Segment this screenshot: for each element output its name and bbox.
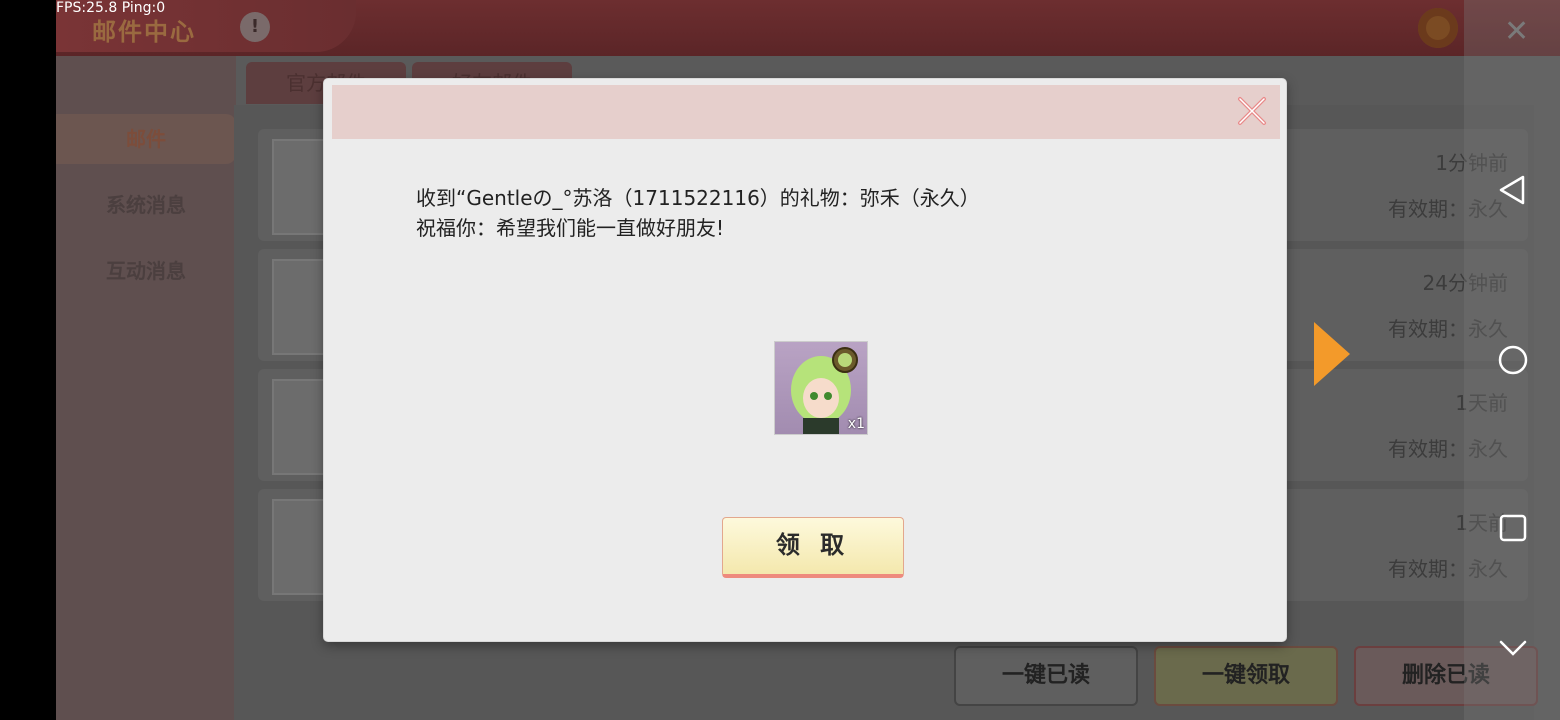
gear-icon[interactable] — [1418, 8, 1458, 48]
next-arrow-icon[interactable] — [1314, 322, 1350, 386]
gift-message: 收到“Gentleの_°苏洛（1711522116）的礼物：弥禾（永久） 祝福你… — [416, 183, 980, 243]
gift-dialog: 收到“Gentleの_°苏洛（1711522116）的礼物：弥禾（永久） 祝福你… — [324, 79, 1286, 641]
recents-icon[interactable] — [1497, 512, 1529, 544]
gift-message-line: 祝福你：希望我们能一直做好朋友! — [416, 216, 725, 240]
gift-quantity: x1 — [847, 416, 865, 432]
top-bar: 邮件中心 ! ✕ — [56, 0, 1560, 56]
sidebar-item-interaction[interactable]: 互动消息 — [56, 246, 236, 296]
chevron-down-icon[interactable] — [1497, 636, 1529, 660]
sidebar-item-label: 邮件 — [126, 127, 166, 151]
claim-all-button[interactable]: 一键领取 — [1154, 646, 1338, 706]
sidebar-item-system[interactable]: 系统消息 — [56, 180, 236, 230]
info-icon[interactable]: ! — [240, 12, 270, 42]
claim-button[interactable]: 领 取 — [722, 517, 904, 578]
sidebar: 邮件 系统消息 互动消息 — [56, 56, 236, 720]
page-title: 邮件中心 — [92, 18, 196, 46]
ping-readout: Ping:0 — [121, 0, 166, 16]
gift-item-icon[interactable]: x1 — [774, 341, 868, 435]
dialog-header — [332, 85, 1280, 139]
sidebar-item-mail[interactable]: 邮件 — [56, 114, 236, 164]
back-icon[interactable] — [1497, 174, 1527, 206]
fps-readout: FPS:25.8 — [56, 0, 118, 16]
sidebar-item-label: 系统消息 — [106, 193, 186, 217]
debug-overlay: FPS:25.8 Ping:0 — [56, 0, 165, 16]
home-icon[interactable] — [1497, 344, 1529, 376]
mark-all-read-button[interactable]: 一键已读 — [954, 646, 1138, 706]
sidebar-item-label: 互动消息 — [106, 259, 186, 283]
close-icon[interactable] — [1236, 95, 1268, 127]
system-nav-bar — [1464, 0, 1560, 720]
gift-message-line: 收到“Gentleの_°苏洛（1711522116）的礼物：弥禾（永久） — [416, 186, 980, 210]
